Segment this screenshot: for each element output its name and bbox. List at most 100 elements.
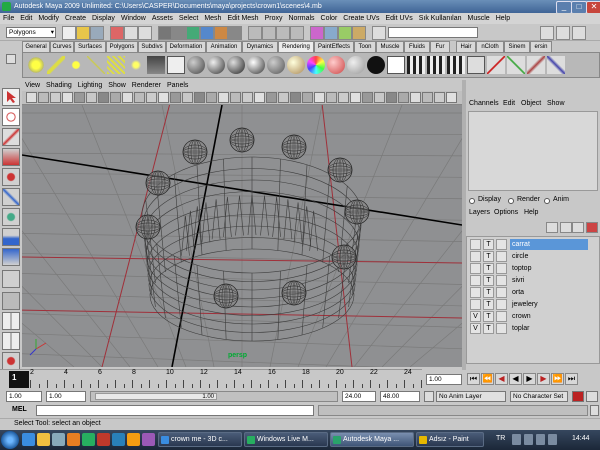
layer-template-toggle[interactable]: T bbox=[483, 251, 494, 262]
start-button[interactable] bbox=[1, 431, 19, 449]
end-time-field[interactable]: 48.00 bbox=[380, 391, 420, 402]
pearl-sphere[interactable] bbox=[182, 139, 208, 165]
layer-visibility-toggle[interactable] bbox=[470, 263, 481, 274]
media-quicklaunch-icon[interactable] bbox=[67, 433, 80, 446]
menu-mesh[interactable]: Mesh bbox=[201, 13, 224, 24]
show-hide-channel-box-icon[interactable] bbox=[572, 26, 586, 40]
filter-icon[interactable] bbox=[158, 26, 172, 40]
menu-file[interactable]: File bbox=[0, 13, 17, 24]
joints-mask-icon[interactable] bbox=[186, 26, 200, 40]
single-pane-layout-icon[interactable] bbox=[2, 292, 20, 310]
tab-subdivs[interactable]: Subdivs bbox=[138, 41, 166, 52]
render-view-icon[interactable] bbox=[467, 56, 485, 74]
panel-tool-icon[interactable] bbox=[38, 92, 49, 103]
save-scene-icon[interactable] bbox=[90, 26, 104, 40]
pearl-sphere[interactable] bbox=[331, 244, 357, 270]
layer-visibility-toggle[interactable] bbox=[470, 299, 481, 310]
surfaces-mask-icon[interactable] bbox=[214, 26, 228, 40]
command-input[interactable] bbox=[36, 405, 314, 416]
menu-muscle[interactable]: Muscle bbox=[465, 13, 493, 24]
layer-row[interactable]: Tsivri bbox=[470, 275, 588, 287]
volume-icon[interactable] bbox=[524, 434, 533, 445]
ambient-light-icon[interactable] bbox=[27, 56, 45, 74]
language-indicator[interactable]: TR bbox=[496, 435, 505, 442]
shelf-menu-icon[interactable] bbox=[6, 54, 16, 64]
directional-light-icon[interactable] bbox=[47, 56, 65, 74]
range-slider-bar[interactable]: 1.00 bbox=[90, 391, 338, 402]
panel-tool-icon[interactable] bbox=[218, 92, 229, 103]
menu-normals[interactable]: Normals bbox=[285, 13, 317, 24]
step-forward-icon[interactable]: ⏩ bbox=[551, 373, 564, 385]
paint-select-tool-icon[interactable] bbox=[2, 128, 20, 146]
side-by-side-layout-icon[interactable] bbox=[2, 332, 20, 350]
layer-row[interactable]: Tcircle bbox=[470, 251, 588, 263]
pearl-sphere[interactable] bbox=[213, 283, 239, 309]
menu-help[interactable]: Help bbox=[493, 13, 513, 24]
layer-visibility-toggle[interactable] bbox=[470, 287, 481, 298]
tab-curves[interactable]: Curves bbox=[50, 41, 74, 52]
render-icon[interactable] bbox=[387, 56, 405, 74]
tab-dynamics[interactable]: Dynamics bbox=[242, 41, 278, 52]
layer-color-swatch[interactable] bbox=[496, 239, 507, 250]
auto-key-icon[interactable] bbox=[572, 391, 584, 402]
preferences-icon[interactable] bbox=[586, 391, 598, 402]
pearl-sphere[interactable] bbox=[327, 157, 353, 183]
panel-menu-shading[interactable]: Shading bbox=[43, 80, 75, 91]
tab-toon[interactable]: Toon bbox=[354, 41, 376, 52]
show-manipulator-icon[interactable] bbox=[2, 248, 20, 266]
hypershade-icon[interactable] bbox=[487, 56, 505, 74]
pearl-sphere[interactable] bbox=[281, 134, 307, 160]
panel-tool-icon[interactable] bbox=[266, 92, 277, 103]
step-back-icon[interactable]: ⏪ bbox=[481, 373, 494, 385]
clapper-icon[interactable] bbox=[407, 56, 425, 74]
tab-animation[interactable]: Animation bbox=[206, 41, 242, 52]
layer-visibility-toggle[interactable]: V bbox=[470, 311, 481, 322]
anim-radio[interactable] bbox=[544, 198, 550, 204]
script-editor-icon[interactable] bbox=[590, 405, 599, 416]
select-object-icon[interactable] bbox=[124, 26, 138, 40]
history-icon[interactable] bbox=[310, 26, 324, 40]
layer-row[interactable]: V Tcrown bbox=[470, 311, 588, 323]
mask-icon[interactable] bbox=[172, 26, 186, 40]
paint-canvas-icon[interactable] bbox=[527, 56, 545, 74]
layer-visibility-toggle[interactable]: V bbox=[470, 323, 481, 334]
batch-render-icon[interactable] bbox=[447, 56, 465, 74]
taskbar-item[interactable]: Autodesk Maya ... bbox=[330, 432, 414, 447]
pearl-sphere[interactable] bbox=[281, 280, 307, 306]
panel-tool-icon[interactable] bbox=[158, 92, 169, 103]
snap-curve-icon[interactable] bbox=[262, 26, 276, 40]
paint-effects-icon[interactable] bbox=[547, 56, 565, 74]
panel-menu-show[interactable]: Show bbox=[105, 80, 129, 91]
panel-tool-icon[interactable] bbox=[134, 92, 145, 103]
tab-fur[interactable]: Fur bbox=[430, 41, 450, 52]
use-background-icon[interactable] bbox=[347, 56, 365, 74]
current-frame-field[interactable]: 1.00 bbox=[426, 374, 462, 385]
phonge-sphere-icon[interactable] bbox=[247, 56, 265, 74]
taskbar-item[interactable]: Adsız - Paint bbox=[416, 432, 484, 447]
panel-menu-renderer[interactable]: Renderer bbox=[129, 80, 164, 91]
ipr-render-icon[interactable] bbox=[338, 26, 352, 40]
outliner-layout-icon[interactable] bbox=[2, 352, 20, 370]
layer-visibility-toggle[interactable] bbox=[470, 251, 481, 262]
panel-tool-icon[interactable] bbox=[170, 92, 181, 103]
playback-end-field[interactable]: 24.00 bbox=[342, 391, 376, 402]
camera-icon[interactable] bbox=[147, 56, 165, 74]
layer-visibility-toggle[interactable] bbox=[470, 239, 481, 250]
tab-ersin[interactable]: ersin bbox=[530, 41, 552, 52]
layered-shader-icon[interactable] bbox=[287, 56, 305, 74]
open-scene-icon[interactable] bbox=[76, 26, 90, 40]
panel-tool-icon[interactable] bbox=[62, 92, 73, 103]
step-back-key-icon[interactable]: ◀ bbox=[495, 373, 508, 385]
taskbar-item[interactable]: crown me - 3D c... bbox=[158, 432, 242, 447]
menu-select[interactable]: Select bbox=[176, 13, 201, 24]
surface-shader-icon[interactable] bbox=[327, 56, 345, 74]
channel-box-menu-channels[interactable]: Channels bbox=[469, 98, 499, 110]
panel-tool-icon[interactable] bbox=[314, 92, 325, 103]
playback-start-field[interactable]: 1.00 bbox=[46, 391, 86, 402]
tray2-icon[interactable] bbox=[548, 434, 557, 445]
panel-tool-icon[interactable] bbox=[206, 92, 217, 103]
tab-surfaces[interactable]: Surfaces bbox=[74, 41, 106, 52]
pearl-sphere[interactable] bbox=[344, 199, 370, 225]
phong-sphere-icon[interactable] bbox=[227, 56, 245, 74]
panel-tool-icon[interactable] bbox=[434, 92, 445, 103]
